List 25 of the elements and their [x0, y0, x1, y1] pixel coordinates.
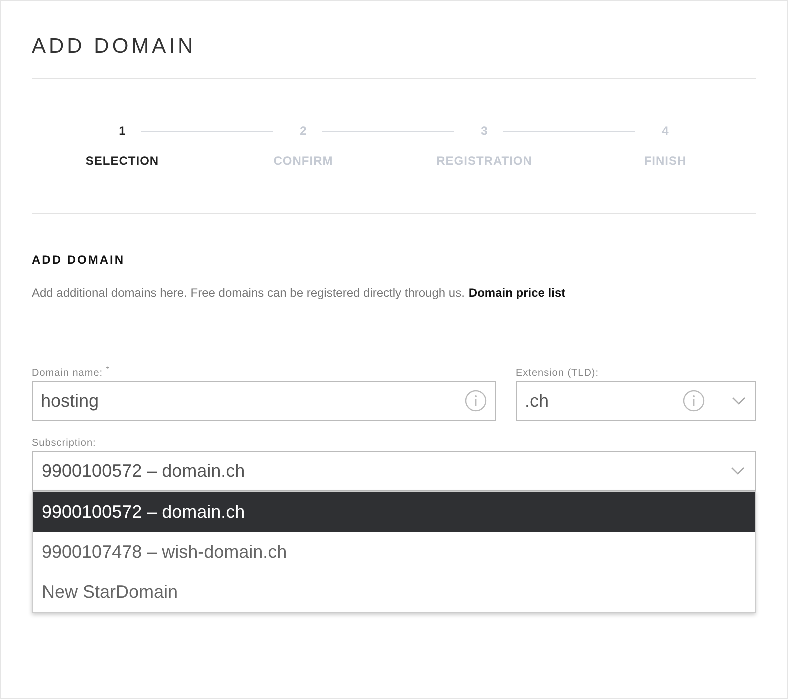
step-number: 4: [662, 123, 669, 139]
step-label: FINISH: [644, 153, 687, 169]
step-label: SELECTION: [86, 153, 160, 169]
chevron-down-icon: [730, 466, 746, 476]
info-icon[interactable]: [683, 390, 705, 412]
step-number: 1: [119, 123, 126, 139]
dropdown-option[interactable]: New StarDomain: [33, 572, 755, 612]
section-description: Add additional domains here. Free domains can be registered directly through us.: [32, 285, 465, 301]
extension-select[interactable]: .ch: [516, 381, 756, 421]
step-label: REGISTRATION: [436, 153, 532, 169]
field-label: Domain name: $^{*}$: [32, 367, 111, 381]
field-label: Subscription:: [32, 437, 98, 451]
subscription-select[interactable]: 9900100572 – domain.ch: [32, 451, 756, 491]
chevron-down-icon: [731, 396, 747, 406]
page-title: ADD DOMAIN: [32, 34, 198, 60]
step-number: 2: [300, 123, 307, 139]
info-icon[interactable]: [465, 390, 487, 412]
step-number: 3: [481, 123, 488, 139]
step-label: CONFIRM: [274, 153, 334, 169]
price-list-link[interactable]: Domain price list: [468, 285, 566, 301]
dropdown-option[interactable]: 9900107478 – wish-domain.ch: [33, 532, 755, 572]
field-label: Extension (TLD):: [516, 367, 600, 381]
dropdown-option[interactable]: 9900100572 – domain.ch: [33, 492, 755, 532]
section-heading: ADD DOMAIN: [32, 252, 126, 268]
domain-name-field[interactable]: hosting: [32, 381, 496, 421]
